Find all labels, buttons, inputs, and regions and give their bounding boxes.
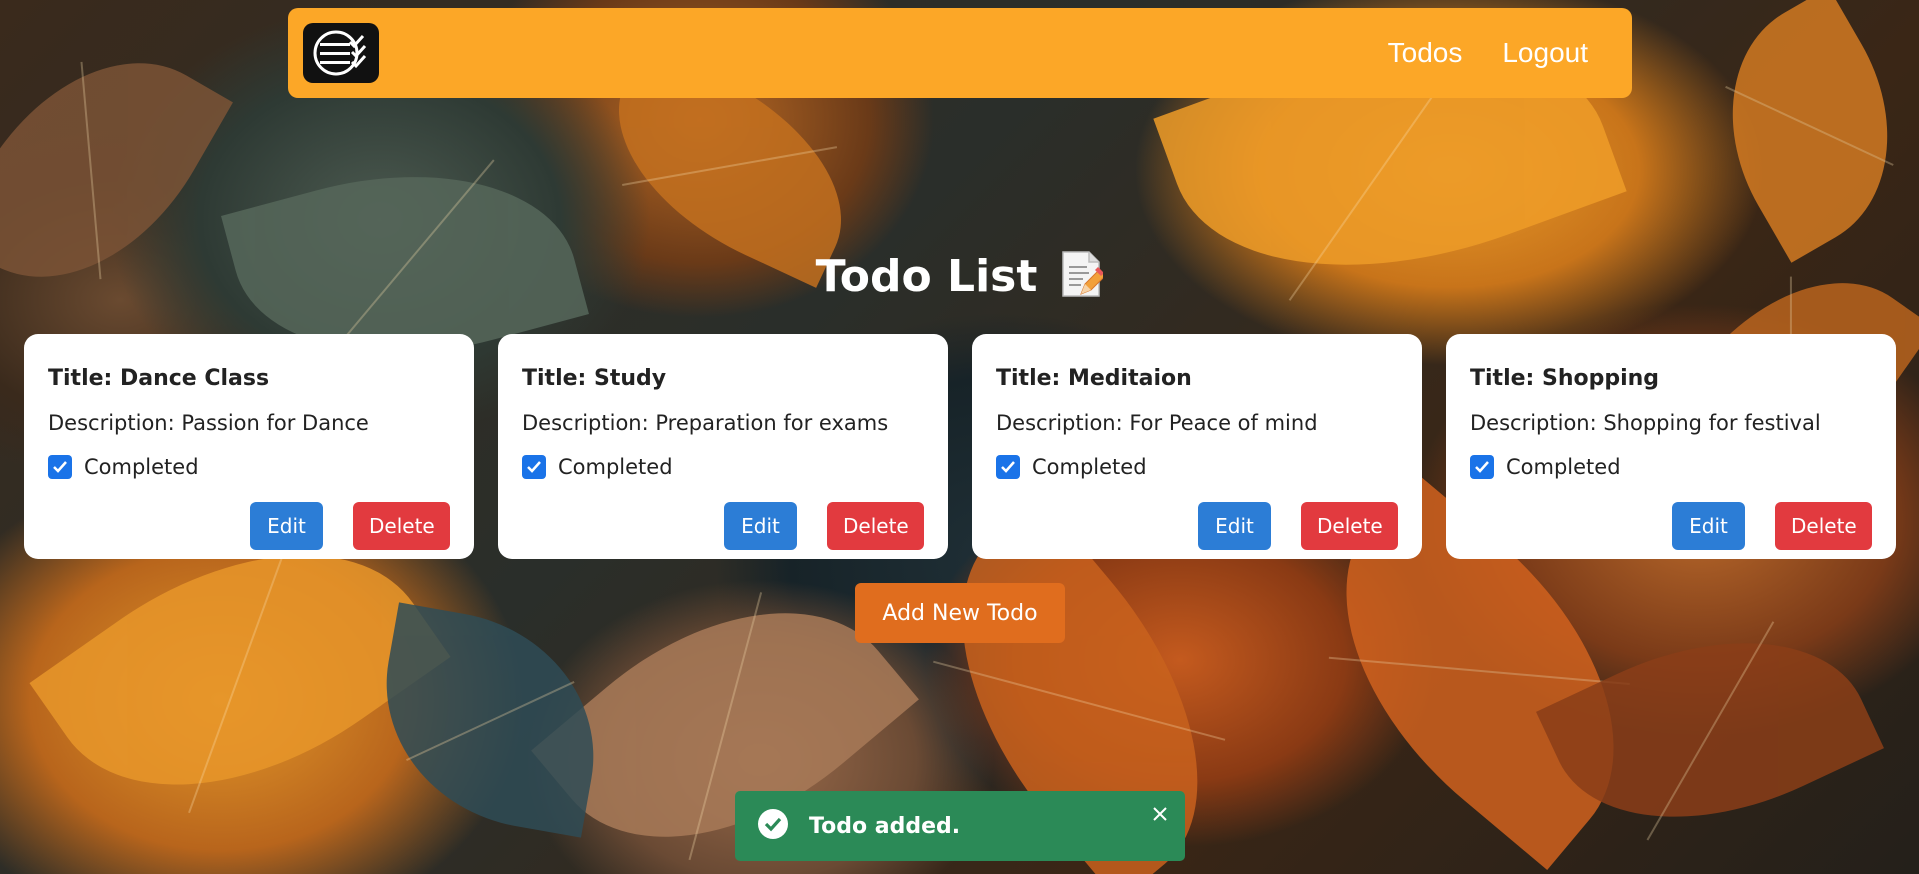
completed-label: Completed xyxy=(1506,455,1621,479)
todo-status: Completed xyxy=(1470,455,1872,479)
todo-card: Title: Study Description: Preparation fo… xyxy=(498,334,948,559)
checklist-logo-icon[interactable] xyxy=(303,23,379,83)
todo-card: Title: Meditaion Description: For Peace … xyxy=(972,334,1422,559)
todo-actions: Edit Delete xyxy=(1672,502,1872,550)
close-icon[interactable] xyxy=(1149,803,1171,825)
page-header: Todo List xyxy=(0,250,1919,302)
edit-button[interactable]: Edit xyxy=(724,502,797,550)
todo-description: Description: For Peace of mind xyxy=(996,411,1318,435)
todo-actions: Edit Delete xyxy=(250,502,450,550)
memo-icon xyxy=(1059,250,1107,302)
check-circle-icon xyxy=(757,808,789,844)
todo-card: Title: Shopping Description: Shopping fo… xyxy=(1446,334,1896,559)
todo-status: Completed xyxy=(522,455,924,479)
todo-description: Description: Preparation for exams xyxy=(522,411,889,435)
toast-message: Todo added. xyxy=(809,813,961,839)
delete-button[interactable]: Delete xyxy=(827,502,924,550)
edit-button[interactable]: Edit xyxy=(250,502,323,550)
edit-button[interactable]: Edit xyxy=(1198,502,1271,550)
todo-card: Title: Dance Class Description: Passion … xyxy=(24,334,474,559)
toast-notification: Todo added. xyxy=(735,791,1185,861)
todo-actions: Edit Delete xyxy=(1198,502,1398,550)
delete-button[interactable]: Delete xyxy=(1775,502,1872,550)
page-title: Todo List xyxy=(815,250,1038,302)
todo-title: Title: Dance Class xyxy=(48,366,270,391)
todo-actions: Edit Delete xyxy=(724,502,924,550)
nav-link-todos[interactable]: Todos xyxy=(1388,37,1463,69)
completed-label: Completed xyxy=(84,455,199,479)
completed-checkbox[interactable] xyxy=(48,455,72,479)
edit-button[interactable]: Edit xyxy=(1672,502,1745,550)
navbar: Todos Logout xyxy=(288,8,1632,98)
completed-checkbox[interactable] xyxy=(1470,455,1494,479)
completed-label: Completed xyxy=(1032,455,1147,479)
completed-label: Completed xyxy=(558,455,673,479)
nav-link-logout[interactable]: Logout xyxy=(1502,37,1588,69)
add-new-todo-button[interactable]: Add New Todo xyxy=(855,583,1065,643)
todo-title: Title: Study xyxy=(522,366,667,391)
todo-description: Description: Passion for Dance xyxy=(48,411,369,435)
todo-title: Title: Shopping xyxy=(1470,366,1660,391)
completed-checkbox[interactable] xyxy=(996,455,1020,479)
todo-title: Title: Meditaion xyxy=(996,366,1192,391)
nav-links: Todos Logout xyxy=(1388,37,1588,69)
delete-button[interactable]: Delete xyxy=(353,502,450,550)
todo-status: Completed xyxy=(996,455,1398,479)
todo-status: Completed xyxy=(48,455,450,479)
todo-list: Title: Dance Class Description: Passion … xyxy=(24,334,1896,559)
delete-button[interactable]: Delete xyxy=(1301,502,1398,550)
completed-checkbox[interactable] xyxy=(522,455,546,479)
todo-description: Description: Shopping for festival xyxy=(1470,411,1821,435)
